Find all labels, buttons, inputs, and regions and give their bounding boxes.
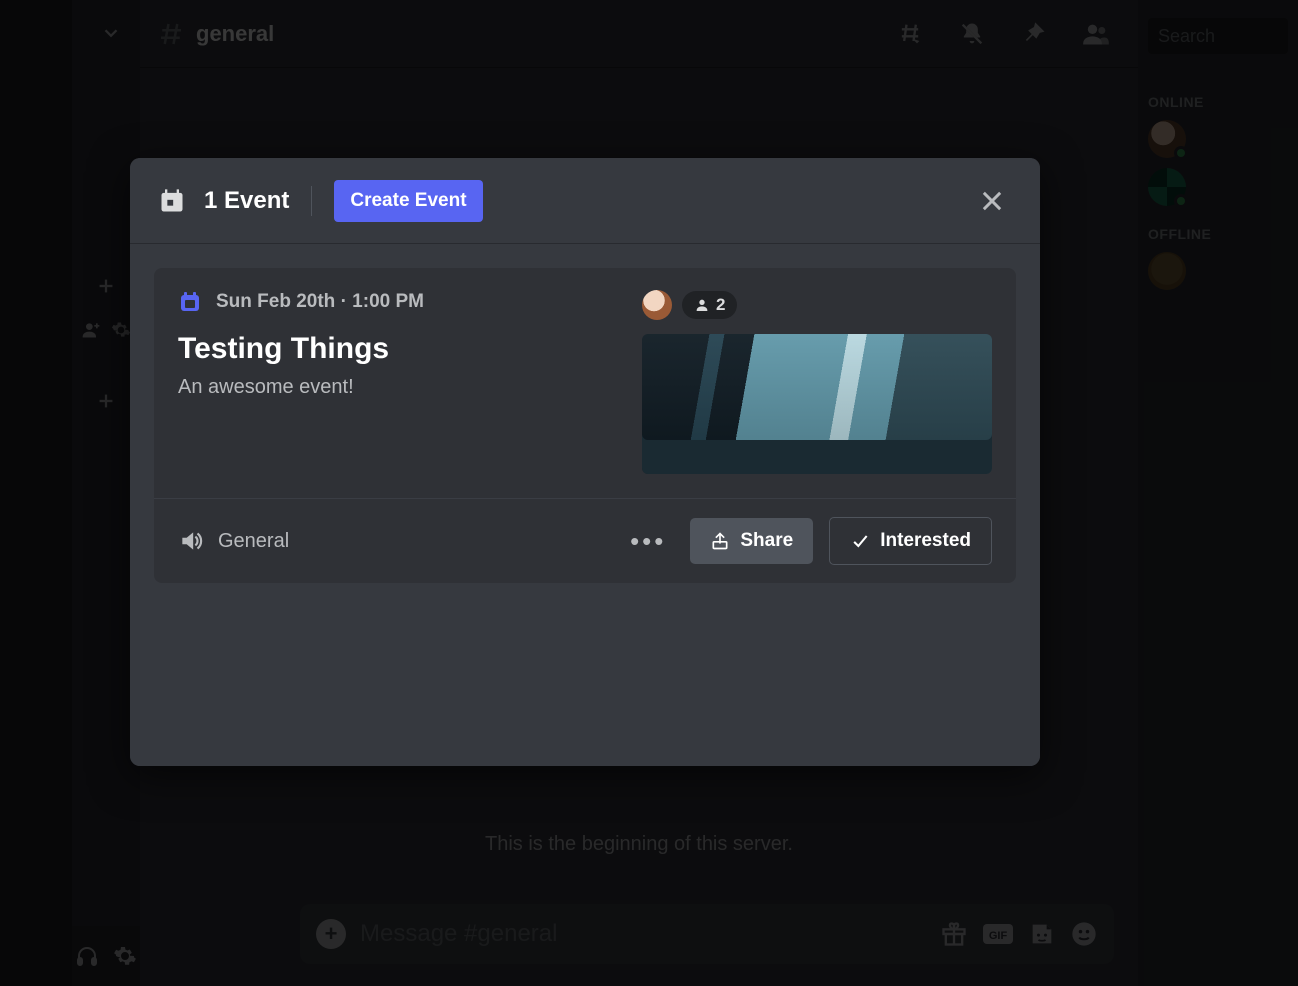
event-card[interactable]: Sun Feb 20th · 1:00 PM Testing Things An…: [154, 268, 1016, 583]
person-icon: [694, 297, 710, 313]
interested-count: 2: [716, 295, 725, 315]
share-button[interactable]: Share: [690, 518, 813, 564]
event-location: General: [178, 528, 289, 554]
interested-count-pill[interactable]: 2: [682, 291, 737, 319]
more-options-icon[interactable]: •••: [622, 522, 674, 561]
event-meta: 2: [642, 290, 992, 320]
calendar-small-icon: [178, 290, 202, 314]
interested-button[interactable]: Interested: [829, 517, 992, 565]
modal-title: 1 Event: [204, 187, 289, 215]
share-label: Share: [740, 530, 793, 552]
calendar-icon: [158, 187, 186, 215]
creator-avatar: [642, 290, 672, 320]
event-cover-image: [642, 334, 992, 474]
header-separator: [311, 186, 312, 216]
interested-label: Interested: [880, 530, 971, 552]
check-icon: [850, 531, 870, 551]
close-icon[interactable]: [972, 181, 1012, 221]
event-title: Testing Things: [178, 332, 626, 366]
event-date: Sun Feb 20th · 1:00 PM: [216, 291, 424, 313]
modal-body: Sun Feb 20th · 1:00 PM Testing Things An…: [130, 244, 1040, 766]
event-location-name: General: [218, 530, 289, 553]
modal-header: 1 Event Create Event: [130, 158, 1040, 244]
create-event-button[interactable]: Create Event: [334, 180, 482, 222]
event-card-footer: General ••• Share Interested: [178, 499, 992, 583]
event-description: An awesome event!: [178, 376, 626, 399]
share-icon: [710, 531, 730, 551]
event-date-row: Sun Feb 20th · 1:00 PM: [178, 290, 626, 314]
speaker-icon: [178, 528, 204, 554]
events-modal: 1 Event Create Event Sun Feb 20th · 1:00…: [130, 158, 1040, 766]
